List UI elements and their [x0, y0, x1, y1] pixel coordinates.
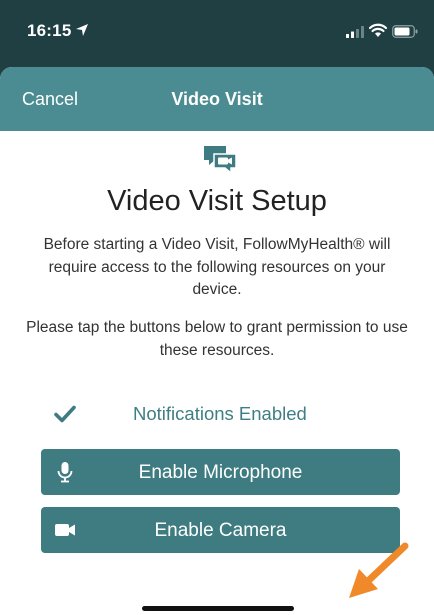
modal-sheet: Cancel Video Visit Video Visit Setup Bef…: [0, 67, 434, 615]
enable-camera-label: Enable Camera: [154, 520, 287, 541]
setup-title: Video Visit Setup: [107, 185, 327, 217]
location-arrow-icon: [76, 24, 88, 36]
status-bar: 16:15: [0, 0, 434, 62]
battery-icon: [392, 25, 418, 38]
nav-bar: Cancel Video Visit: [0, 67, 434, 131]
notifications-enabled-status: Notifications Enabled: [133, 403, 307, 424]
annotation-arrow-icon: [349, 542, 409, 598]
intro-text: Before starting a Video Visit, FollowMyH…: [43, 236, 391, 298]
home-indicator[interactable]: [142, 606, 294, 611]
wifi-icon: [369, 23, 387, 37]
checkmark-icon: [54, 405, 76, 423]
cancel-button[interactable]: Cancel: [22, 89, 78, 110]
status-time: 16:15: [27, 21, 72, 40]
video-chat-icon: [204, 146, 237, 174]
signal-icon: [346, 26, 364, 38]
enable-microphone-button[interactable]: Enable Microphone: [41, 449, 400, 495]
permission-instruction-text: Please tap the buttons below to grant pe…: [26, 319, 408, 359]
screen: 16:15 Cancel Video Visit Video Visit Set…: [0, 0, 434, 615]
enable-microphone-label: Enable Microphone: [138, 462, 303, 483]
